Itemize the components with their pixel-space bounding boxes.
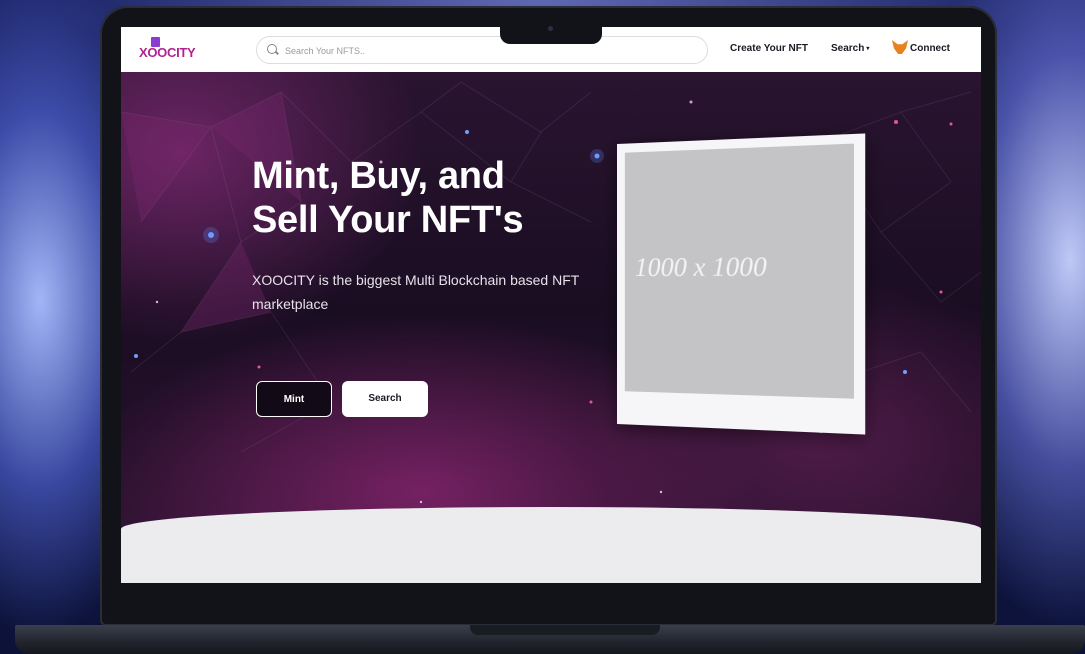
nft-placeholder-image: 1000 x 1000 (624, 143, 854, 399)
nft-size-label: 1000 x 1000 (634, 251, 767, 282)
search-bar[interactable] (256, 36, 708, 64)
hero-title-line-1: Mint, Buy, and (252, 155, 505, 197)
chevron-down-icon: ▾ (866, 46, 870, 52)
mint-button[interactable]: Mint (256, 381, 332, 417)
connect-label: Connect (910, 43, 950, 54)
laptop-screen: XOOCITY Create Your NFT Search▾ Connect (121, 27, 981, 583)
hero-section: Mint, Buy, and Sell Your NFT's XOOCITY i… (121, 72, 981, 542)
logo-text: XOOCITY (139, 45, 196, 60)
laptop-notch (500, 22, 602, 44)
search-icon (267, 44, 277, 54)
search-input[interactable] (283, 41, 487, 61)
section-divider-wave (121, 507, 981, 583)
camera-icon (548, 26, 553, 31)
hero-title-line-2: Sell Your NFT's (252, 199, 524, 241)
nav-search-label: Search (831, 43, 865, 54)
nft-preview-frame: 1000 x 1000 (617, 133, 866, 435)
brand-logo[interactable]: XOOCITY (139, 37, 209, 61)
hero-subtitle: XOOCITY is the biggest Multi Blockchain … (252, 272, 580, 312)
search-button[interactable]: Search (342, 381, 428, 417)
laptop-hinge-groove (470, 625, 660, 635)
metamask-fox-icon (892, 40, 908, 54)
laptop-base (15, 625, 1085, 654)
hero-title: Mint, Buy, and Sell Your NFT's (252, 154, 612, 242)
nav-create-nft-link[interactable]: Create Your NFT (730, 43, 808, 54)
nav-search-dropdown[interactable]: Search ▾ (831, 43, 869, 54)
